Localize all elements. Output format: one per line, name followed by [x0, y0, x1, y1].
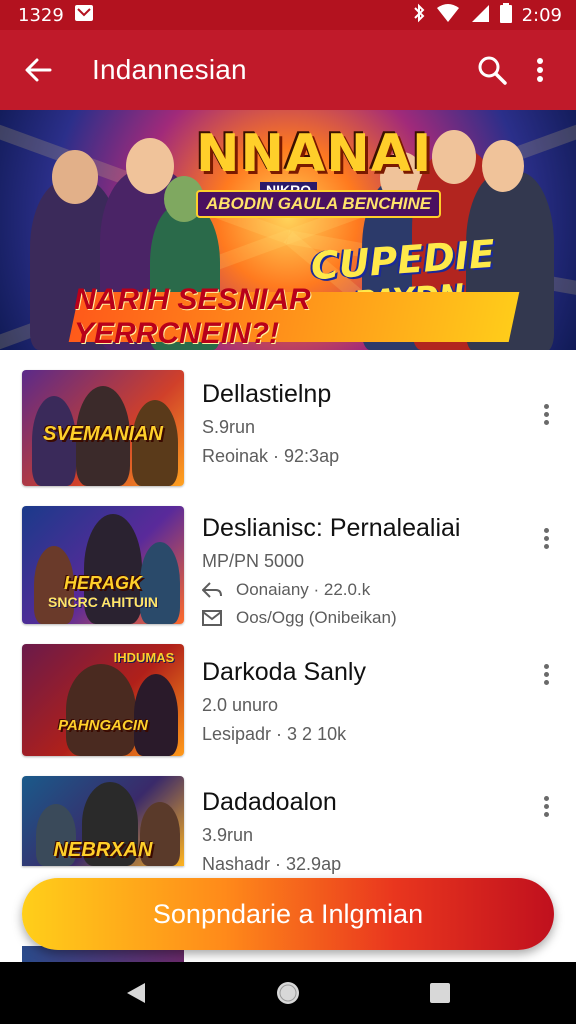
item-thumbnail: SVEMANIAN [22, 370, 184, 486]
item-name: Dellastielnp [202, 380, 332, 408]
square-recents-icon [430, 983, 450, 1003]
item-thumbnail: HERAGK SNCRC AHITUIN [22, 506, 184, 624]
triangle-back-icon [127, 983, 145, 1003]
nav-recents-button[interactable] [415, 968, 465, 1018]
item-size: MP/PN 5000 [202, 551, 305, 571]
item-menu-button[interactable] [534, 518, 558, 558]
signal-icon [470, 3, 490, 28]
thumbnail-subtitle: SNCRC AHITUIN [48, 594, 158, 610]
circle-home-icon [277, 982, 299, 1004]
page-title: Indannesian [92, 54, 247, 85]
wifi-icon [436, 3, 460, 28]
search-button[interactable] [468, 46, 516, 94]
list-item[interactable]: IHDUMAS PAHNGACIN Darkoda Sanly 2.0 unur… [0, 644, 576, 758]
thumbnail-title: PAHNGACIN [58, 717, 148, 734]
item-details: Oonaiany · 22.0.k [236, 580, 371, 599]
more-vert-icon [543, 663, 549, 669]
app-bar: Indannesian [0, 30, 576, 110]
status-time-right: 2:09 [521, 4, 562, 26]
item-size: 2.0 unuro [202, 695, 279, 715]
item-mail-row: Oos/Ogg (Onibeikan) [202, 608, 526, 628]
item-thumbnail: IHDUMAS PAHNGACIN [22, 644, 184, 756]
item-size: 3.9run [202, 825, 254, 845]
thumbnail-title: HERAGK [63, 573, 142, 593]
list-item[interactable]: SVEMANIAN Dellastielnp S.9run Reoinak · … [0, 370, 576, 488]
item-menu-button[interactable] [534, 786, 558, 826]
banner-strip-text: NARIH SESNIAR YERRCNEIN?! [74, 283, 311, 350]
item-details: Reoinak · 92:3ap [202, 446, 340, 466]
nav-back-button[interactable] [111, 968, 161, 1018]
item-details: Nashadr · 32.9ap [202, 854, 342, 874]
featured-banner[interactable]: NNANAI NIKRO ABODIN GAULA BENCHINE CUPED… [0, 110, 576, 350]
primary-cta-button[interactable]: Sonpndarie a Inlgmian [22, 878, 554, 950]
item-menu-button[interactable] [534, 394, 558, 434]
item-name: Deslianisc: Pernalealiai [202, 514, 461, 542]
more-vert-icon [543, 527, 549, 533]
thumbnail-title: SVEMANIAN [42, 423, 163, 445]
search-icon [478, 56, 507, 85]
list-item[interactable]: NEBRXAN Dadadoalon 3.9run Nashadr · 32.9… [0, 776, 576, 890]
banner-strip: NARIH SESNIAR YERRCNEIN?! [68, 283, 520, 350]
thumbnail-top-text: IHDUMAS [113, 650, 175, 665]
status-bar: 1329 2:09 [0, 0, 576, 30]
overflow-menu-button[interactable] [516, 46, 564, 94]
item-developer: Oos/Ogg (Onibeikan) [236, 608, 397, 627]
bluetooth-icon [412, 3, 426, 28]
list-item[interactable]: HERAGK SNCRC AHITUIN Deslianisc: Pernale… [0, 506, 576, 628]
item-name: Dadadoalon [202, 788, 337, 816]
system-nav-bar [0, 962, 576, 1024]
item-downloads-row: Oonaiany · 22.0.k [202, 580, 526, 600]
more-vert-icon [543, 403, 549, 409]
item-size: S.9run [202, 417, 256, 437]
item-menu-button[interactable] [534, 654, 558, 694]
status-time-left: 1329 [18, 4, 64, 26]
banner-subtitle: ABODIN GAULA BENCHINE [196, 190, 442, 218]
item-name: Darkoda Sanly [202, 658, 366, 686]
reply-icon [202, 582, 222, 598]
notification-icon [74, 4, 94, 27]
arrow-back-icon [25, 58, 52, 82]
nav-home-button[interactable] [263, 968, 313, 1018]
back-button[interactable] [20, 52, 56, 88]
item-details: Lesipadr · 3 2 10k [202, 724, 347, 744]
thumbnail-title: NEBRXAN [53, 839, 153, 861]
banner-logo: NNANAI [196, 124, 433, 184]
more-vert-icon [543, 795, 549, 801]
item-thumbnail: NEBRXAN [22, 776, 184, 866]
mail-icon [202, 610, 222, 626]
more-vert-icon [537, 58, 543, 82]
battery-icon [499, 2, 512, 28]
